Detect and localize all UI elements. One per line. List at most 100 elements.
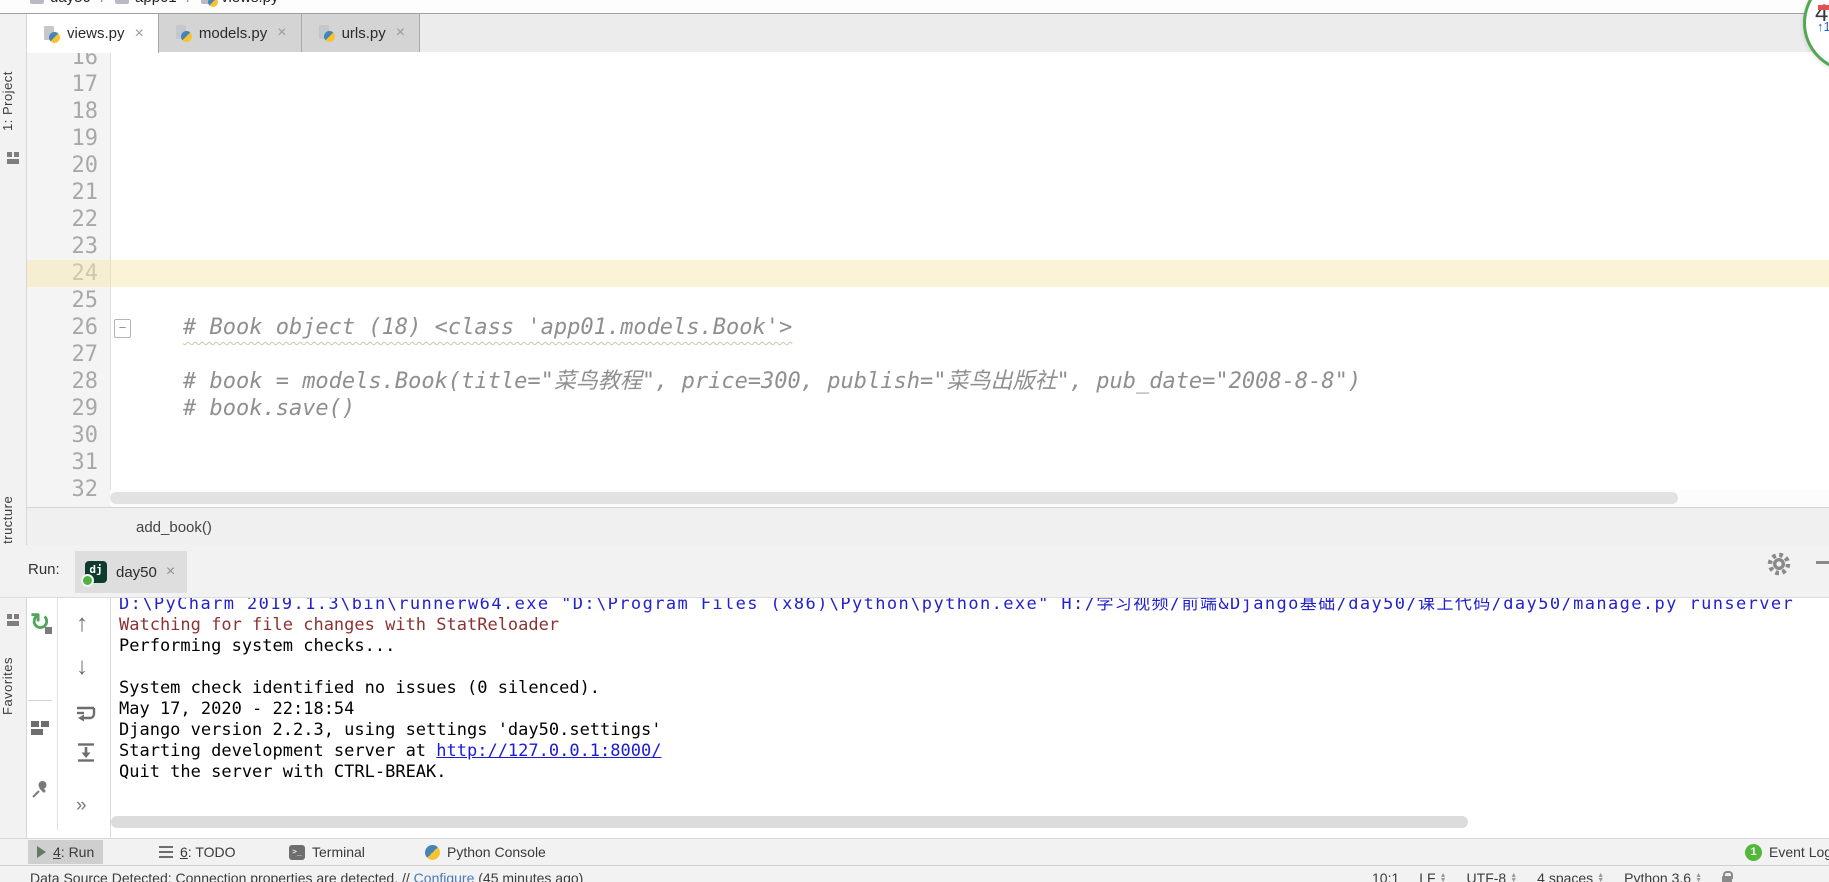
left-tool-stripe: 1: Project 7: Structure Favorites <box>0 14 27 838</box>
tab-label: models.py <box>199 25 267 42</box>
server-url-link[interactable]: http://127.0.0.1:8000/ <box>436 741 661 761</box>
arrow-down-icon[interactable]: ↓ <box>76 655 88 679</box>
run-tab-label: day50 <box>116 564 157 581</box>
breadcrumb-item-app01[interactable]: app01 <box>115 0 177 6</box>
soft-wrap-icon[interactable] <box>75 704 97 729</box>
line-number: 19 <box>38 125 98 152</box>
breadcrumb-separator: / <box>101 0 105 6</box>
line-number: 21 <box>38 179 98 206</box>
line-number: 20 <box>38 152 98 179</box>
event-log-badge: 1 <box>1745 844 1762 861</box>
line-number: 30 <box>38 422 98 449</box>
breadcrumb-function[interactable]: add_book() <box>136 519 212 536</box>
toolbar-separator <box>28 700 52 701</box>
breadcrumb-item-day50[interactable]: day50 <box>30 0 91 6</box>
python-console-icon <box>425 845 440 860</box>
caret-position-widget[interactable]: 10:1 <box>1372 870 1399 882</box>
folder-icon <box>30 0 44 4</box>
code-editor[interactable]: 1617181920212223242526272829303132 − # B… <box>26 52 1829 507</box>
pin-icon[interactable] <box>30 778 50 805</box>
toolwindow-label: Terminal <box>312 844 365 860</box>
tab-urls-py[interactable]: urls.py × <box>302 14 421 52</box>
toolwindow-button-run[interactable]: 4: Run <box>28 840 103 864</box>
python-file-icon <box>318 25 334 41</box>
scrollbar-thumb[interactable] <box>111 816 1468 828</box>
structure-stripe-icon <box>7 614 19 626</box>
line-number: 26 <box>38 314 98 341</box>
interpreter-widget[interactable]: Python 3.6▲▼ <box>1624 870 1702 882</box>
breadcrumb-label: views.py <box>221 0 279 6</box>
toolwindow-label: Event Log <box>1769 844 1829 860</box>
scroll-to-end-icon[interactable] <box>75 742 97 768</box>
line-number: 31 <box>38 449 98 476</box>
tab-label: views.py <box>67 25 125 42</box>
viewer-delta: ↑1 <box>1817 19 1829 34</box>
rerun-icon[interactable]: ↻ <box>29 612 51 634</box>
tab-label: urls.py <box>342 25 386 42</box>
toolwindow-button-python-console[interactable]: Python Console <box>416 840 555 864</box>
line-separator-widget[interactable]: LF▲▼ <box>1419 870 1446 882</box>
run-toolwindow-icon <box>37 846 46 858</box>
console-line: Watching for file changes with StatReloa… <box>119 615 1829 636</box>
close-icon[interactable]: × <box>135 26 144 42</box>
sidebar-item-favorites[interactable]: Favorites <box>0 636 26 736</box>
console-line: May 17, 2020 - 22:18:54 <box>119 699 1829 720</box>
toolwindow-button-terminal[interactable]: >_ Terminal <box>280 840 374 864</box>
run-toolwindow-header: Run: dj day50 × <box>0 545 1829 598</box>
close-icon[interactable]: × <box>166 563 175 581</box>
console-line: Quit the server with CTRL-BREAK. <box>119 762 1829 783</box>
console-line: Django version 2.2.3, using settings 'da… <box>119 720 1829 741</box>
line-number: 23 <box>38 233 98 260</box>
code-line-28: # book = models.Book(title="菜鸟教程", price… <box>130 368 1361 395</box>
breadcrumb-separator: / <box>187 0 191 6</box>
toolwindow-button-event-log[interactable]: 1 Event Log <box>1736 840 1829 864</box>
pycharm-window: day50 / app01 / views.py views.py × mode… <box>0 0 1829 882</box>
chevron-down-icon: ▲▼ <box>1440 873 1447 882</box>
restore-layout-icon[interactable] <box>30 719 50 742</box>
running-indicator-icon <box>81 574 94 587</box>
line-number: 18 <box>38 98 98 125</box>
close-icon[interactable]: × <box>277 25 286 41</box>
editor-tab-bar: views.py × models.py × urls.py × <box>26 14 1829 53</box>
project-stripe-icon <box>7 152 19 164</box>
chevron-down-icon: ▲▼ <box>1597 873 1604 882</box>
configure-link[interactable]: Configure <box>414 870 475 882</box>
close-icon[interactable]: × <box>396 25 405 41</box>
arrow-up-icon[interactable]: ↑ <box>76 612 88 636</box>
console-line: System check identified no issues (0 sil… <box>119 678 1829 699</box>
encoding-widget[interactable]: UTF-8▲▼ <box>1467 870 1518 882</box>
run-config-tab-day50[interactable]: dj day50 × <box>75 551 187 593</box>
more-actions-icon[interactable]: » <box>76 795 87 817</box>
breadcrumb-item-views[interactable]: views.py <box>201 0 279 6</box>
breadcrumb-label: app01 <box>135 0 177 6</box>
scrollbar-thumb[interactable] <box>110 492 1678 504</box>
console-line <box>119 657 1829 678</box>
toolwindow-bar: 4: Run 6: TODO >_ Terminal Python Consol… <box>0 838 1829 865</box>
python-file-icon <box>43 26 59 42</box>
toolwindow-button-todo[interactable]: 6: TODO <box>150 840 245 864</box>
line-number: 27 <box>38 341 98 368</box>
run-console-output[interactable]: D:\PyCharm 2019.1.3\bin\runnerw64.exe "D… <box>111 597 1829 815</box>
toolwindow-label: 4: Run <box>53 844 94 860</box>
folder-icon <box>115 0 129 4</box>
fold-marker-icon[interactable]: − <box>114 319 131 338</box>
caret-row-highlight <box>26 260 1829 287</box>
code-line-29: # book.save() <box>130 395 355 422</box>
line-number: 32 <box>38 476 98 503</box>
hide-toolwindow-icon[interactable] <box>1816 561 1829 564</box>
console-line: Performing system checks... <box>119 636 1829 657</box>
indent-widget[interactable]: 4 spaces▲▼ <box>1537 870 1604 882</box>
editor-horizontal-scrollbar[interactable] <box>110 490 1829 506</box>
sidebar-item-project[interactable]: 1: Project <box>0 55 26 147</box>
code-line-26: # Book object (18) <class 'app01.models.… <box>130 314 792 341</box>
status-message: Data Source Detected: Connection propert… <box>30 870 583 882</box>
python-file-icon <box>175 25 191 41</box>
console-horizontal-scrollbar[interactable] <box>111 815 1829 829</box>
lock-icon[interactable] <box>1722 876 1732 882</box>
tab-models-py[interactable]: models.py × <box>159 14 302 52</box>
tab-views-py[interactable]: views.py × <box>18 14 159 53</box>
line-number: 25 <box>38 287 98 314</box>
breadcrumb: day50 / app01 / views.py <box>0 0 1829 15</box>
todo-list-icon <box>159 846 173 858</box>
gear-icon[interactable] <box>1766 551 1792 577</box>
